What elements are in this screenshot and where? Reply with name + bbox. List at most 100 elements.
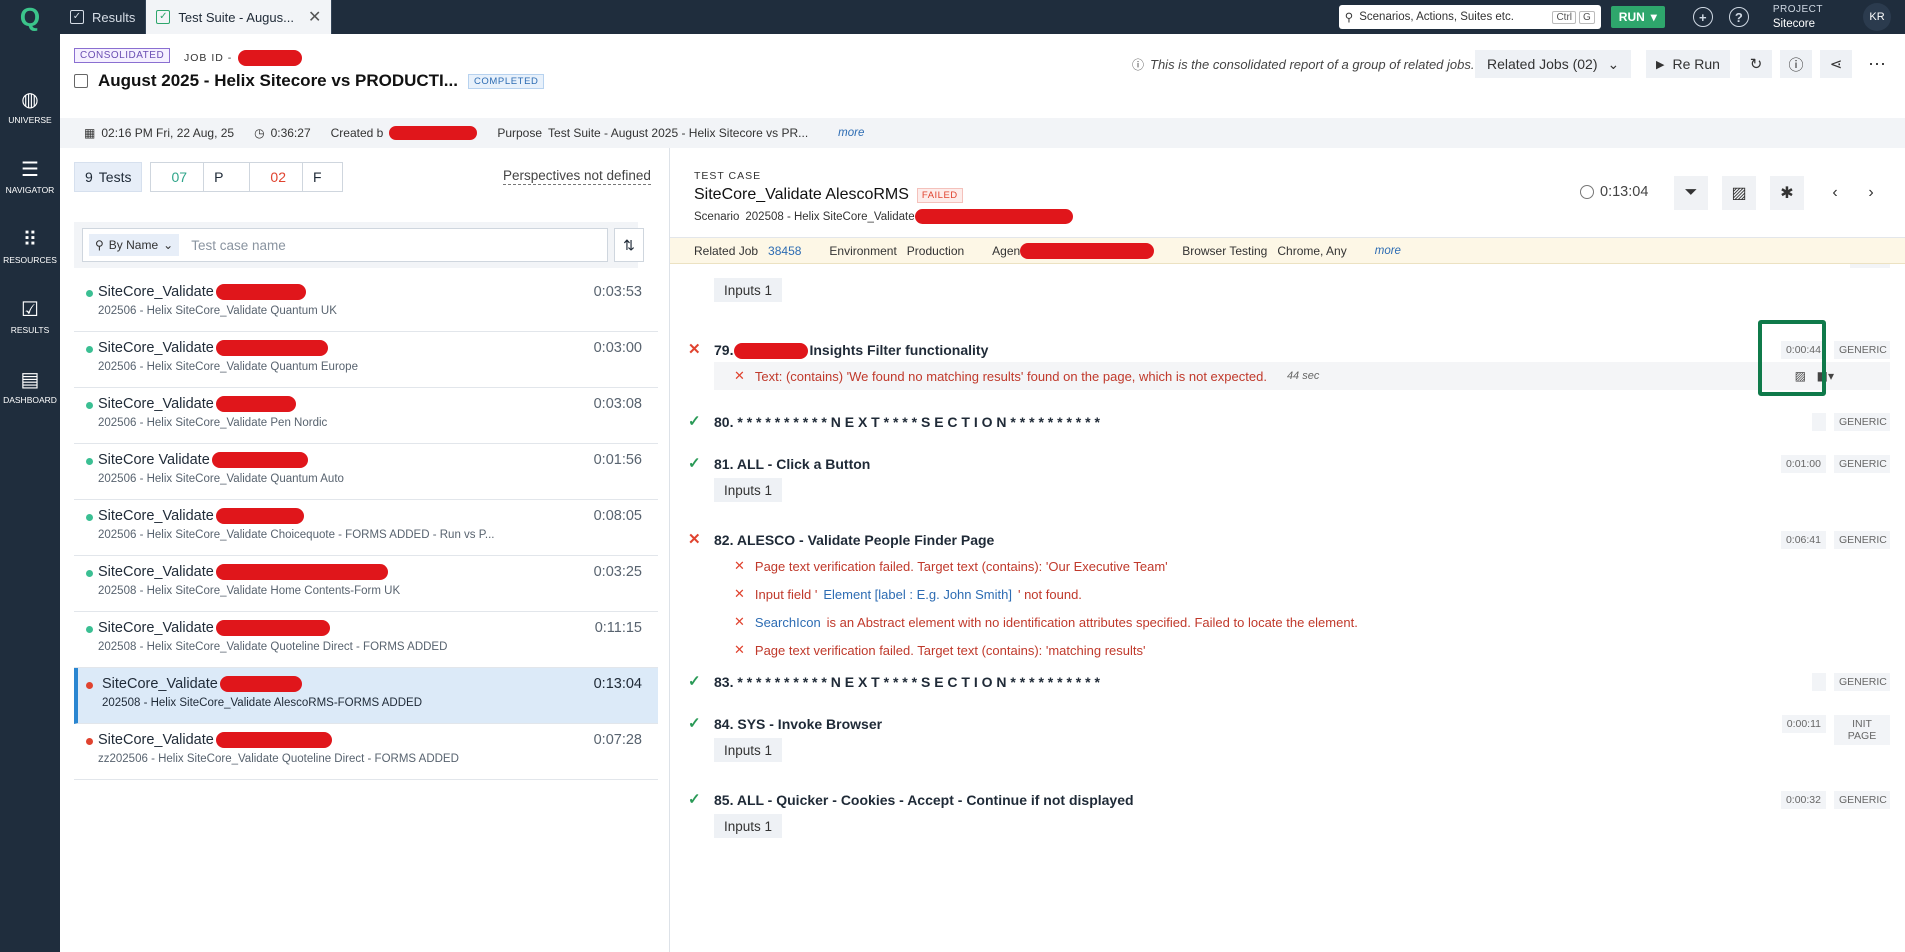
run-button[interactable]: RUN ▾ xyxy=(1610,6,1665,28)
step-title[interactable]: 84. SYS - Invoke Browser xyxy=(714,716,882,732)
test-case-search[interactable]: ⚲ By Name ⌄ Test case name xyxy=(82,228,608,262)
step-title[interactable]: 80. * * * * * * * * * * N E X T * * * * … xyxy=(714,414,1100,430)
step-title[interactable]: 83. * * * * * * * * * * N E X T * * * * … xyxy=(714,674,1100,690)
step-title[interactable]: 82. ALESCO - Validate People Finder Page xyxy=(714,532,994,548)
sidebar-item-resources[interactable]: ⠿ RESOURCES xyxy=(0,212,60,282)
test-case-list-panel: 9 Tests 07 P 02 F Perspectives not defined … xyxy=(60,148,670,952)
error-icon: ✕ xyxy=(734,586,745,601)
element-link[interactable]: Element [label : E.g. John Smith] xyxy=(823,587,1012,602)
element-link[interactable]: SearchIcon xyxy=(755,615,821,630)
created-by-label: Created b xyxy=(330,126,384,140)
sidebar-item-dashboard[interactable]: ▤ DASHBOARD xyxy=(0,352,60,422)
test-case-duration: 0:13:04 xyxy=(593,676,642,692)
test-case-scenario: 202506 - Helix SiteCore_Validate Pen Nor… xyxy=(98,417,328,429)
error-message: ✕ Page text verification failed. Target t… xyxy=(734,642,1146,658)
previous-icon[interactable]: ‹ xyxy=(1818,176,1852,210)
search-input[interactable]: Test case name xyxy=(191,238,286,253)
status-dot xyxy=(86,626,93,633)
list-item[interactable]: SiteCore_Validate 202508 - Helix SiteCore… xyxy=(74,668,658,724)
close-tab-icon[interactable]: ✕ xyxy=(308,7,321,27)
list-item[interactable]: SiteCore_Validate 202506 - Helix SiteCore… xyxy=(74,276,658,332)
bug-icon[interactable]: ✱ xyxy=(1770,176,1804,210)
related-job-link[interactable]: 38458 xyxy=(768,244,801,258)
play-icon: ▶ xyxy=(1656,58,1665,71)
job-meta-bar: ▦ 02:16 PM Fri, 22 Aug, 25 ◷ 0:36:27 Creat… xyxy=(60,118,1905,148)
test-case-scenario: 202508 - Helix SiteCore_Validate AlescoR… xyxy=(102,697,422,709)
filter-passed[interactable]: 07 P xyxy=(151,162,243,192)
purpose-label: Purpose xyxy=(497,126,543,140)
list-item[interactable]: SiteCore Validate 202506 - Helix SiteCore… xyxy=(74,444,658,500)
related-jobs-dropdown[interactable]: Related Jobs (02) ⌄ xyxy=(1475,50,1632,78)
tab-results[interactable]: ✓ Results xyxy=(60,0,147,34)
help-icon[interactable]: ? xyxy=(1728,7,1749,27)
test-case-duration: 0:03:53 xyxy=(593,284,642,300)
test-case-scenario: 202508 - Helix SiteCore_Validate Quoteli… xyxy=(98,641,448,653)
screenshot-icon[interactable]: ▨ xyxy=(1722,176,1756,210)
highlight-box xyxy=(1758,320,1826,396)
inputs-toggle[interactable]: Inputs 1 xyxy=(714,278,783,302)
next-icon[interactable]: › xyxy=(1854,176,1888,210)
step-title[interactable]: 79. Insights Filter functionality xyxy=(714,342,988,360)
list-item[interactable]: SiteCore_Validate 202506 - Helix SiteCore… xyxy=(74,388,658,444)
purpose-value: Test Suite - August 2025 - Helix Sitecor… xyxy=(548,126,809,140)
rerun-button[interactable]: ▶ Re Run xyxy=(1646,50,1730,78)
test-case-duration: 0:03:00 xyxy=(593,340,642,356)
page-title: August 2025 - Helix Sitecore vs PRODUCTI… xyxy=(98,71,458,90)
inputs-toggle[interactable]: Inputs 1 xyxy=(714,738,783,762)
test-case-name: SiteCore_Validate xyxy=(98,562,658,582)
global-search-input[interactable]: ⚲ Scenarios, Actions, Suites etc. Ctrl G xyxy=(1338,5,1601,29)
more-link[interactable]: more xyxy=(1375,245,1401,257)
job-id: JOB ID - xyxy=(184,50,303,66)
filter-all-tests[interactable]: 9 Tests xyxy=(74,162,143,192)
status-dot xyxy=(86,346,93,353)
list-item[interactable]: SiteCore_Validate 202508 - Helix SiteCore… xyxy=(74,556,658,612)
inputs-toggle[interactable]: Inputs 1 xyxy=(714,814,783,838)
share-icon[interactable]: ⋖ xyxy=(1820,50,1852,78)
test-case-duration: 0:07:28 xyxy=(593,732,642,748)
filter-failed[interactable]: 02 F xyxy=(249,162,341,192)
error-message: ✕ Text: (contains) 'We found no matching … xyxy=(734,368,1320,384)
sidebar-item-universe[interactable]: ◍ UNIVERSE xyxy=(0,72,60,142)
search-filter-box: ⚲ By Name ⌄ Test case name ⇅ xyxy=(74,222,644,268)
tab-test-suite[interactable]: ✓ Test Suite - Augus... ✕ xyxy=(146,0,333,34)
list-item[interactable]: SiteCore_Validate 202508 - Helix SiteCore… xyxy=(74,612,658,668)
inputs-toggle[interactable]: Inputs 1 xyxy=(714,478,783,502)
more-options-icon[interactable]: ⋯ xyxy=(1868,54,1886,75)
error-icon: ✕ xyxy=(734,642,745,657)
status-dot xyxy=(86,290,93,297)
step-duration xyxy=(1812,413,1826,431)
tab-label: Results xyxy=(92,9,136,25)
sidebar-item-navigator[interactable]: ☰ NAVIGATOR xyxy=(0,142,60,212)
search-placeholder: Scenarios, Actions, Suites etc. xyxy=(1359,11,1514,23)
perspectives-link[interactable]: Perspectives not defined xyxy=(503,168,651,185)
filter-icon[interactable]: ⏷ xyxy=(1674,176,1708,210)
checkbox-icon: ✓ xyxy=(156,10,171,24)
status-dot xyxy=(86,570,93,577)
list-item[interactable]: SiteCore_Validate 202506 - Helix SiteCore… xyxy=(74,500,658,556)
checkbox-icon: ☑ xyxy=(21,298,39,321)
chevron-down-icon: ⌄ xyxy=(163,238,174,252)
app-logo[interactable]: Q xyxy=(0,0,60,34)
add-icon[interactable]: + xyxy=(1692,7,1713,27)
chart-icon: ▤ xyxy=(20,368,40,391)
error-message: ✕ Input field ' Element [label : E.g. John… xyxy=(734,586,1082,602)
error-message: ✕ SearchIcon is an Abstract element with … xyxy=(734,614,1358,630)
sidebar-item-results[interactable]: ☑ RESULTS xyxy=(0,282,60,352)
project-selector[interactable]: PROJECT Sitecore xyxy=(1773,2,1823,32)
info-icon[interactable]: ⓘ xyxy=(1780,50,1812,78)
check-icon: ✓ xyxy=(688,791,701,808)
job-title-row: August 2025 - Helix Sitecore vs PRODUCTI… xyxy=(74,71,545,91)
list-item[interactable]: SiteCore_Validate zz202506 - Helix SiteCo… xyxy=(74,724,658,780)
test-case-name: SiteCore_Validate xyxy=(98,282,658,302)
sort-icon[interactable]: ⇅ xyxy=(614,228,644,262)
step-title[interactable]: 85. ALL - Quicker - Cookies - Accept - C… xyxy=(714,792,1134,808)
step-type-badge: GENERIC xyxy=(1834,341,1890,359)
check-icon: ✓ xyxy=(688,455,701,472)
more-link[interactable]: more xyxy=(838,127,864,139)
refresh-icon[interactable]: ↻ xyxy=(1740,50,1772,78)
avatar[interactable]: KR xyxy=(1863,3,1891,31)
list-item[interactable]: SiteCore_Validate 202506 - Helix SiteCore… xyxy=(74,332,658,388)
search-by-dropdown[interactable]: ⚲ By Name ⌄ xyxy=(89,234,180,256)
step-title[interactable]: 81. ALL - Click a Button xyxy=(714,456,870,472)
checkbox-icon: ✓ xyxy=(70,10,84,24)
